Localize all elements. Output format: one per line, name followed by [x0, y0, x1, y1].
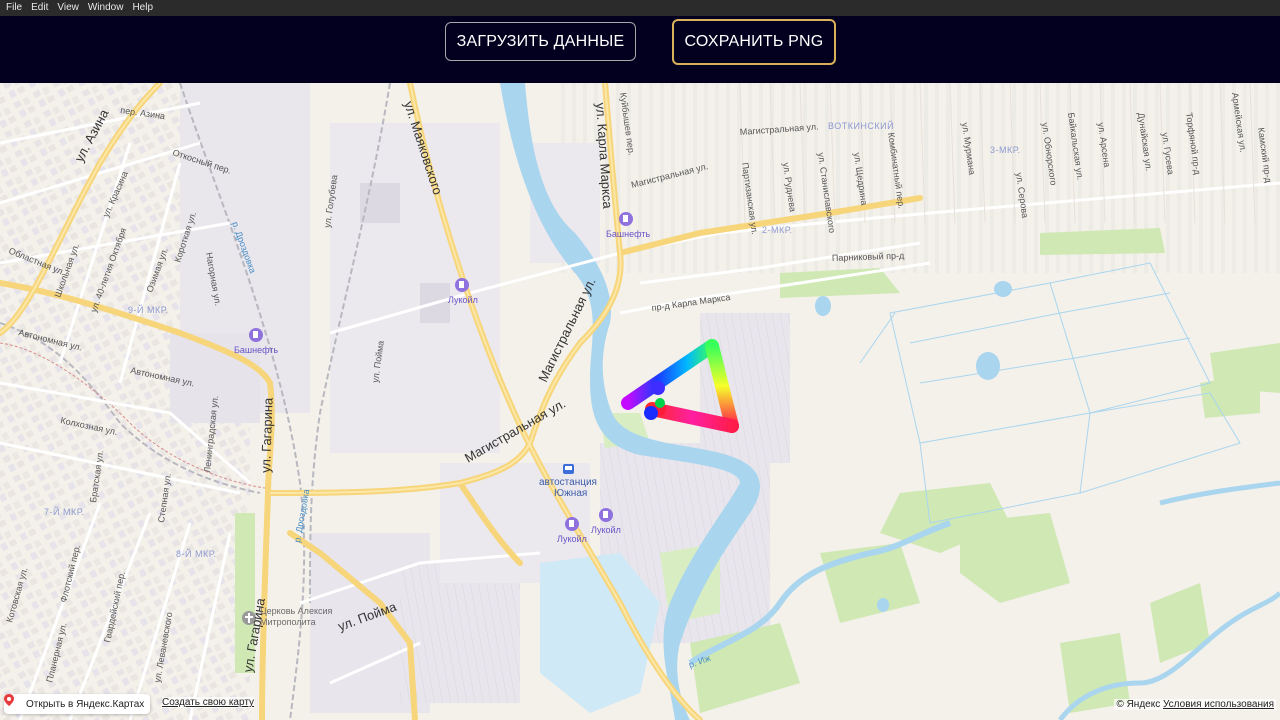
poi-label: автостанция [539, 477, 597, 488]
district-label: 7-Й МКР. [44, 506, 85, 517]
copyright: © Яндекс Условия использования [1114, 699, 1276, 710]
menu-view[interactable]: View [57, 0, 79, 16]
create-map-link[interactable]: Создать свою карту [162, 697, 255, 708]
district-label: 9-Й МКР. [128, 304, 169, 315]
district-label: 8-Й МКР. [176, 548, 217, 559]
street-label: ул. Гагарина [258, 397, 276, 473]
gas-station-icon [565, 517, 579, 531]
poi-label: Башнефть [606, 229, 650, 239]
map-pin-icon [4, 694, 14, 706]
open-in-yandex-button[interactable]: Открыть в Яндекс.Картах [4, 694, 151, 714]
poi-label: Церковь Алексия [260, 606, 333, 616]
map-canvas: ул. Азина ул. Маяковского ул. Карла Марк… [0, 83, 1280, 720]
poi-label: Митрополита [260, 617, 316, 627]
menu-file[interactable]: File [6, 0, 22, 16]
poi-label: Лукойл [557, 534, 587, 544]
gas-station-icon [455, 278, 469, 292]
load-data-button[interactable]: ЗАГРУЗИТЬ ДАННЫЕ [445, 22, 636, 61]
poi-label: Южная [554, 488, 587, 499]
bus-station-icon [563, 464, 574, 474]
gas-station-icon [249, 328, 263, 342]
menu-window[interactable]: Window [88, 0, 124, 16]
copyright-text: © Яндекс [1116, 699, 1161, 710]
toolbar: ЗАГРУЗИТЬ ДАННЫЕ СОХРАНИТЬ PNG [0, 16, 1280, 83]
district-label: ВОТКИНСКИЙ [828, 120, 894, 131]
save-png-button[interactable]: СОХРАНИТЬ PNG [672, 19, 836, 65]
menu-help[interactable]: Help [132, 0, 153, 16]
gas-station-icon [599, 508, 613, 522]
district-label: 2-МКР. [762, 225, 793, 235]
poi-label: Лукойл [591, 525, 621, 535]
poi-label: Башнефть [234, 345, 278, 355]
menu-bar: File Edit View Window Help [0, 0, 1280, 16]
gas-station-icon [619, 212, 633, 226]
open-in-yandex-label: Открыть в Яндекс.Картах [26, 698, 145, 710]
map-view[interactable]: ул. Азина ул. Маяковского ул. Карла Марк… [0, 83, 1280, 720]
poi-label: Лукойл [448, 295, 478, 305]
district-label: 3-МКР. [990, 145, 1021, 155]
terms-link[interactable]: Условия использования [1163, 699, 1274, 710]
menu-edit[interactable]: Edit [31, 0, 48, 16]
